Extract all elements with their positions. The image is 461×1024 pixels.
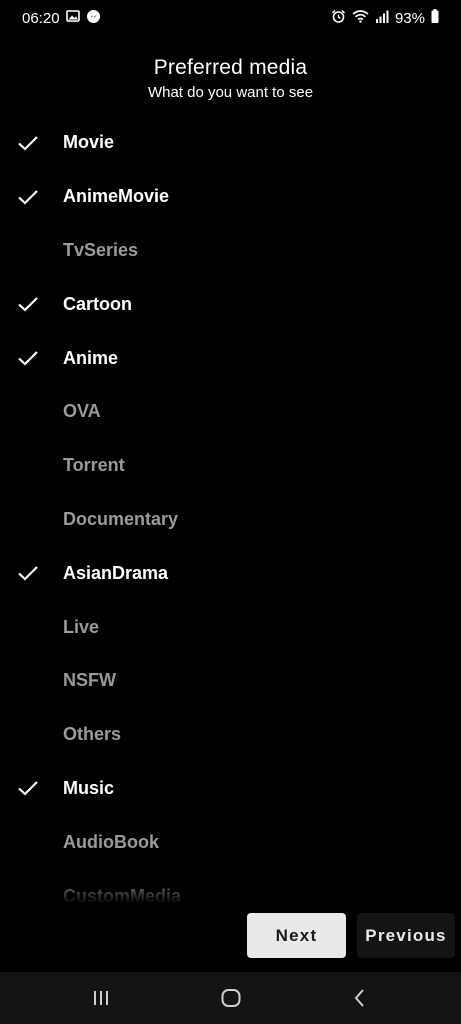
media-option-label: OVA bbox=[63, 401, 101, 422]
media-option-label: Documentary bbox=[63, 508, 179, 529]
media-option-custommedia[interactable]: CustomMedia bbox=[0, 869, 461, 904]
page-subtitle: What do you want to see bbox=[147, 84, 314, 101]
status-left: 06:20 bbox=[22, 9, 101, 28]
media-option-label: Anime bbox=[63, 347, 119, 368]
media-option-documentary[interactable]: Documentary bbox=[0, 493, 461, 547]
media-option-asiandrama[interactable]: AsianDrama bbox=[0, 546, 461, 600]
wifi-icon bbox=[352, 9, 369, 27]
recents-icon[interactable] bbox=[89, 986, 113, 1010]
media-option-audiobook[interactable]: AudioBook bbox=[0, 815, 461, 869]
media-option-label: NSFW bbox=[63, 670, 116, 691]
media-option-label: TvSeries bbox=[63, 239, 139, 260]
page-title: Preferred media bbox=[153, 56, 308, 79]
media-option-label: CustomMedia bbox=[63, 885, 182, 904]
checkmark-icon bbox=[16, 346, 40, 370]
image-icon bbox=[65, 9, 80, 27]
navigation-bar bbox=[0, 972, 461, 1024]
media-option-label: Movie bbox=[63, 132, 115, 153]
media-option-torrent[interactable]: Torrent bbox=[0, 439, 461, 493]
checkmark-icon bbox=[16, 185, 40, 209]
battery-percent: 93% bbox=[394, 9, 425, 27]
status-right: 93% bbox=[331, 9, 439, 28]
media-option-tvseries[interactable]: TvSeries bbox=[0, 224, 461, 278]
back-icon[interactable] bbox=[348, 986, 372, 1010]
header: Preferred media What do you want to see bbox=[0, 56, 461, 101]
previous-button[interactable]: Previous bbox=[357, 913, 455, 958]
next-button[interactable]: Next bbox=[247, 913, 346, 958]
signal-icon bbox=[375, 10, 389, 27]
home-icon[interactable] bbox=[219, 986, 243, 1010]
media-option-nsfw[interactable]: NSFW bbox=[0, 654, 461, 708]
media-list[interactable]: Movie AnimeMovie TvSeries Cartoon Anime OVA To… bbox=[0, 116, 461, 904]
checkmark-icon bbox=[16, 131, 40, 155]
media-option-label: AsianDrama bbox=[63, 562, 169, 583]
media-option-live[interactable]: Live bbox=[0, 600, 461, 654]
media-option-cartoon[interactable]: Cartoon bbox=[0, 277, 461, 331]
status-time: 06:20 bbox=[22, 9, 60, 27]
media-option-ova[interactable]: OVA bbox=[0, 385, 461, 439]
media-option-label: Live bbox=[63, 616, 100, 637]
alarm-icon bbox=[331, 9, 346, 28]
media-option-label: Music bbox=[63, 777, 115, 798]
checkmark-icon bbox=[16, 292, 40, 316]
media-option-label: Others bbox=[63, 724, 122, 745]
media-option-anime[interactable]: Anime bbox=[0, 331, 461, 385]
checkmark-icon bbox=[16, 776, 40, 800]
media-option-animemovie[interactable]: AnimeMovie bbox=[0, 170, 461, 224]
media-option-movie[interactable]: Movie bbox=[0, 116, 461, 170]
checkmark-icon bbox=[16, 561, 40, 585]
media-option-label: AnimeMovie bbox=[63, 186, 170, 207]
status-bar: 06:20 93% bbox=[0, 0, 461, 36]
media-option-label: Cartoon bbox=[63, 293, 132, 314]
media-option-music[interactable]: Music bbox=[0, 762, 461, 816]
messenger-icon bbox=[86, 9, 101, 28]
media-option-others[interactable]: Others bbox=[0, 708, 461, 762]
battery-icon bbox=[431, 9, 439, 27]
media-option-label: Torrent bbox=[63, 455, 125, 476]
media-option-label: AudioBook bbox=[63, 831, 159, 852]
